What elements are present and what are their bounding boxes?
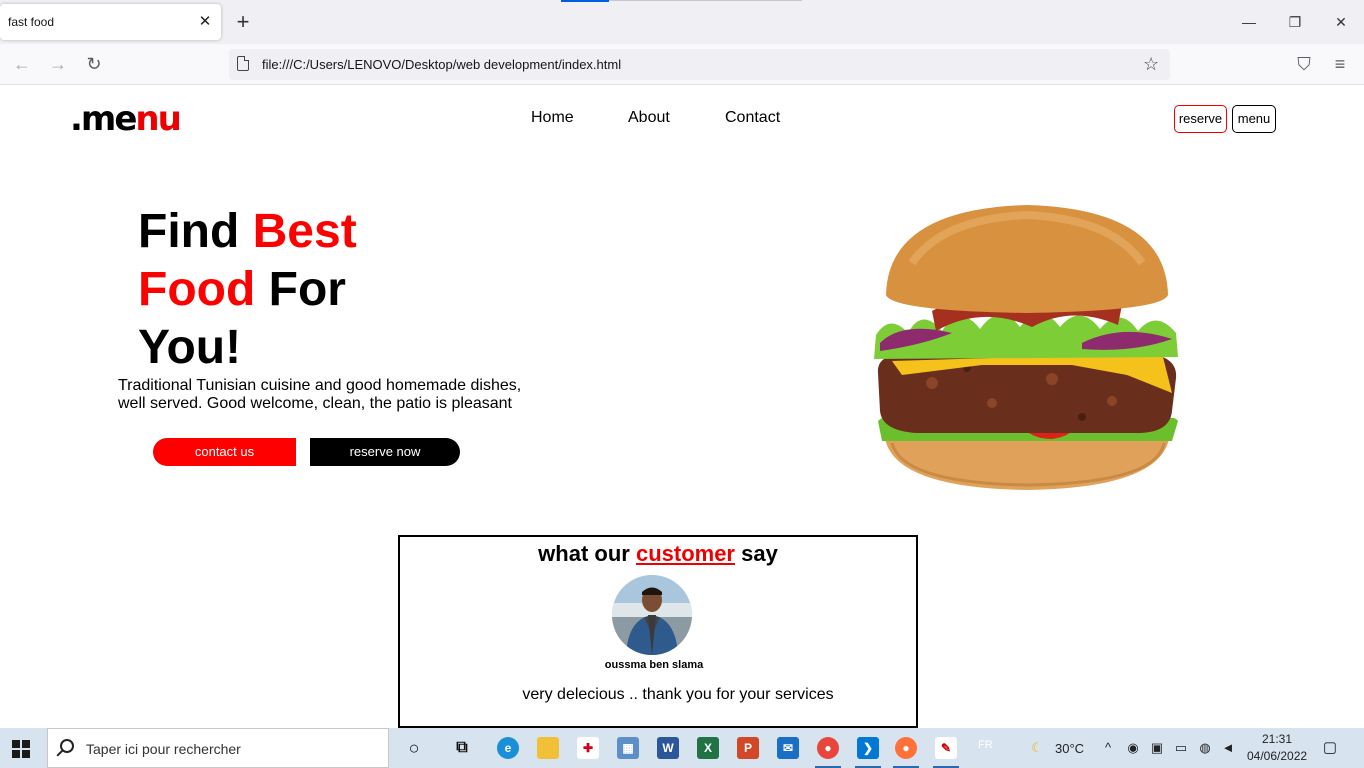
powerpoint-icon[interactable]: P [737, 737, 759, 759]
hero-description: Traditional Tunisian cuisine and good ho… [118, 377, 522, 412]
reload-icon[interactable]: ↻ [82, 52, 106, 76]
browser-toolbar: ← → ↻ file:///C:/Users/LENOVO/Desktop/we… [0, 44, 1364, 85]
excel-icon[interactable]: X [697, 737, 719, 759]
clock-date[interactable]: 04/06/2022 [1247, 749, 1307, 763]
back-arrow-icon[interactable]: ← [10, 52, 34, 76]
menu-button[interactable]: menu [1232, 105, 1276, 133]
tab-fast-food[interactable]: fast food ✕ [0, 4, 221, 40]
search-icon [60, 739, 74, 753]
app-menu-icon[interactable]: ≡ [1328, 52, 1352, 76]
pocket-icon[interactable]: ⛉ [1292, 52, 1316, 76]
windows-start-icon[interactable] [12, 740, 30, 758]
customer-review-card: what our customer say oussma ben slama v… [398, 535, 918, 728]
language-indicator[interactable]: FR [978, 739, 993, 751]
weather-moon-icon[interactable]: ☾ [1029, 740, 1045, 756]
logo-nu: nu [135, 99, 181, 139]
nav-home[interactable]: Home [531, 109, 574, 127]
search-placeholder: Taper ici pour rechercher [86, 741, 241, 757]
tray-app-icon[interactable]: ◉ [1125, 740, 1141, 756]
avatar [612, 575, 692, 655]
web-page: .menu Home About Contact reserve menu Fi… [0, 85, 1364, 728]
gift-icon[interactable]: ✚ [577, 737, 599, 759]
file-explorer-icon[interactable] [537, 737, 559, 759]
edge-icon[interactable]: e [497, 737, 519, 759]
address-bar[interactable]: file:///C:/Users/LENOVO/Desktop/web deve… [229, 49, 1170, 80]
paint-icon[interactable]: ✎ [933, 737, 959, 768]
tray-device-icon[interactable]: ▣ [1149, 740, 1165, 756]
close-window-icon[interactable]: ✕ [1331, 12, 1351, 32]
firefox-icon[interactable]: ● [893, 737, 919, 768]
forward-arrow-icon[interactable]: → [46, 52, 70, 76]
logo-dot: . [70, 99, 83, 139]
taskbar: Taper ici pour rechercher ○ ⧉ e ✚ ▦ W X … [0, 728, 1364, 768]
tab-strip: fast food ✕ + — ❐ ✕ [0, 0, 1364, 44]
new-tab-button[interactable]: + [233, 11, 253, 33]
avatar-photo [612, 575, 692, 655]
taskbar-search[interactable]: Taper ici pour rechercher [47, 728, 389, 768]
url-text[interactable]: file:///C:/Users/LENOVO/Desktop/web deve… [262, 57, 621, 72]
reserve-now-button[interactable]: reserve now [310, 438, 460, 466]
clock-time[interactable]: 21:31 [1262, 732, 1292, 746]
tab-loading-indicator [561, 0, 609, 2]
task-view-icon[interactable]: ⧉ [451, 737, 473, 759]
page-icon [237, 56, 249, 71]
contact-us-button[interactable]: contact us [153, 438, 296, 466]
word-icon[interactable]: W [657, 737, 679, 759]
restore-icon[interactable]: ❐ [1285, 12, 1305, 32]
chrome-icon[interactable]: ● [815, 737, 841, 768]
chevron-up-icon[interactable]: ^ [1100, 740, 1116, 756]
tab-strip-divider [609, 0, 802, 1]
bookmark-star-icon[interactable]: ☆ [1143, 53, 1159, 75]
battery-icon[interactable]: ▭ [1173, 740, 1189, 756]
network-globe-icon[interactable]: ◍ [1197, 740, 1213, 756]
review-text: very delecious .. thank you for your ser… [522, 686, 834, 703]
volume-icon[interactable]: ◄ [1220, 740, 1236, 756]
burger-image [874, 205, 1178, 490]
reserve-button[interactable]: reserve [1174, 105, 1227, 133]
weather-temperature[interactable]: 30°C [1055, 741, 1084, 756]
reviewer-name: oussma ben slama [604, 659, 704, 671]
site-logo[interactable]: .menu [70, 99, 182, 139]
logo-me: me [80, 99, 137, 139]
minimize-icon[interactable]: — [1239, 12, 1259, 32]
review-title: what our customer say [538, 541, 778, 566]
hero-title: Find Best Food For You! [138, 205, 357, 374]
nav-about[interactable]: About [628, 109, 670, 127]
notifications-icon[interactable]: ▢ [1322, 740, 1338, 756]
close-tab-icon[interactable]: ✕ [196, 13, 214, 31]
cortana-icon[interactable]: ○ [403, 737, 425, 759]
tab-title: fast food [8, 15, 55, 29]
control-panel-icon[interactable]: ▦ [617, 737, 639, 759]
mail-icon[interactable]: ✉ [777, 737, 799, 759]
vscode-icon[interactable]: ❯ [855, 737, 881, 768]
nav-contact[interactable]: Contact [725, 109, 780, 127]
